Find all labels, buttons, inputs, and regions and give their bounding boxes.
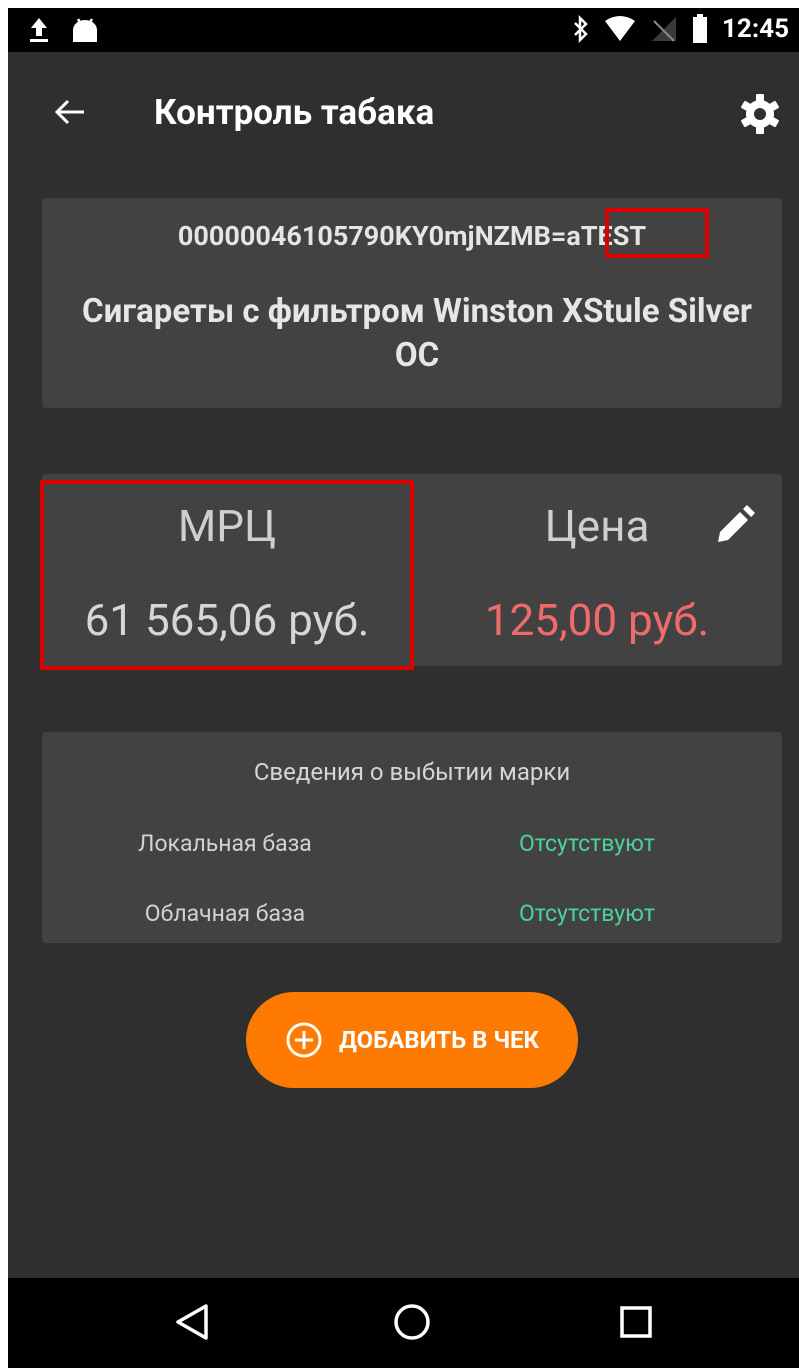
page-title: Контроль табака [154,92,435,133]
price-value[interactable]: 125,00 руб. [412,594,782,646]
gear-icon[interactable] [738,92,782,136]
signal-icon [652,17,676,42]
wifi-icon [605,16,635,41]
battery-icon [693,14,707,43]
highlight-box-mrp [40,480,414,670]
price-card: МРЦ 61 565,06 руб. Цена 125,00 руб. [40,474,782,670]
local-base-status: Отсутствуют [519,830,655,857]
back-triangle-icon[interactable] [170,1300,214,1344]
cloud-base-status: Отсутствуют [519,900,655,927]
navigation-bar [8,1278,799,1368]
home-circle-icon[interactable] [390,1300,434,1344]
code-card: 00000046105790KY0mjNZMB=aTEST Сигареты с… [42,198,782,408]
withdrawal-info-card: Сведения о выбытии марки Локальная база … [42,732,782,943]
highlight-box-test [605,208,709,258]
cloud-base-label: Облачная база [144,900,306,927]
product-name: Сигареты с фильтром Winston XStule Silve… [82,292,752,375]
status-bar: 12:45 [8,8,799,52]
recents-square-icon[interactable] [614,1300,658,1344]
add-to-receipt-button[interactable]: ДОБАВИТЬ В ЧЕК [246,992,578,1088]
marking-code-prefix: 00000046105790KY0mjNZMB=a [177,220,581,252]
android-icon [73,18,97,42]
pencil-icon[interactable] [712,504,756,548]
upload-icon [30,18,48,42]
info-title: Сведения о выбытии марки [253,758,571,786]
bluetooth-icon [574,15,588,43]
status-time: 12:45 [722,14,789,44]
back-arrow-icon[interactable] [48,90,92,134]
plus-circle-icon [286,1022,322,1058]
app-bar: Контроль табака [8,52,799,172]
add-button-label: ДОБАВИТЬ В ЧЕК [338,1026,540,1054]
local-base-label: Локальная база [138,830,312,857]
screen: 12:45 Контроль табака 00000046105790KY0m… [8,8,799,1368]
